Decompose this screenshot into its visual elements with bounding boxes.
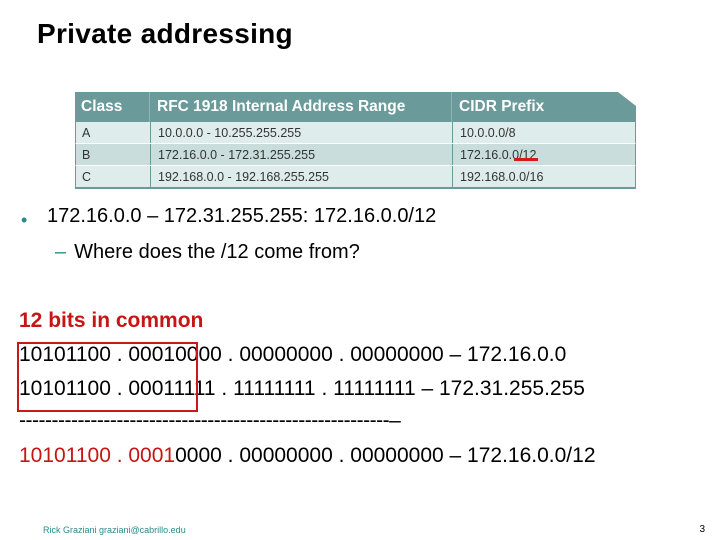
- table-header: Class RFC 1918 Internal Address Range CI…: [75, 92, 636, 122]
- footer-author: Rick Graziani graziani@cabrillo.edu: [43, 525, 186, 535]
- cell-cidr: 10.0.0.0/8: [452, 122, 635, 143]
- table-row: B 172.16.0.0 - 172.31.255.255 172.16.0.0…: [75, 144, 636, 166]
- common-bits-highlight-box: [17, 342, 198, 412]
- cell-range: 172.16.0.0 - 172.31.255.255: [150, 144, 452, 165]
- slide-title: Private addressing: [37, 18, 293, 49]
- cell-class: A: [82, 125, 91, 140]
- dash-bullet-icon: –: [55, 241, 67, 263]
- bullet-text: 172.16.0.0 – 172.31.255.255: 172.16.0.0/…: [47, 205, 437, 227]
- rfc1918-table: Class RFC 1918 Internal Address Range CI…: [75, 92, 636, 189]
- result-rest: 0000 . 00000000 . 00000000 – 172.16.0.0/…: [175, 444, 596, 467]
- separator-line: ----------------------------------------…: [19, 409, 401, 432]
- cell-class: C: [82, 169, 92, 184]
- sub-bullet: – Where does the /12 come from?: [55, 241, 360, 264]
- cell-cidr: 192.168.0.0/16: [452, 166, 635, 187]
- cell-cidr: 172.16.0.0/12: [452, 144, 635, 165]
- prefix-underline-mark: [514, 158, 538, 161]
- page-number: 3: [699, 524, 705, 535]
- header-class: Class: [81, 98, 123, 115]
- cell-class: B: [82, 147, 91, 162]
- bullet-icon: •: [21, 210, 28, 230]
- cell-range: 192.168.0.0 - 192.168.255.255: [150, 166, 452, 187]
- cell-range: 10.0.0.0 - 10.255.255.255: [150, 122, 452, 143]
- binary-result: 10101100 . 00010000 . 00000000 . 0000000…: [19, 444, 596, 468]
- table-row: A 10.0.0.0 - 10.255.255.255 10.0.0.0/8: [75, 122, 636, 144]
- result-common-bits: 10101100 . 0001: [19, 444, 176, 467]
- header-range: RFC 1918 Internal Address Range: [149, 92, 451, 122]
- header-cidr: CIDR Prefix: [451, 92, 636, 122]
- bits-heading: 12 bits in common: [19, 309, 204, 332]
- table-row: C 192.168.0.0 - 192.168.255.255 192.168.…: [75, 166, 636, 189]
- sub-bullet-text: Where does the /12 come from?: [74, 241, 360, 263]
